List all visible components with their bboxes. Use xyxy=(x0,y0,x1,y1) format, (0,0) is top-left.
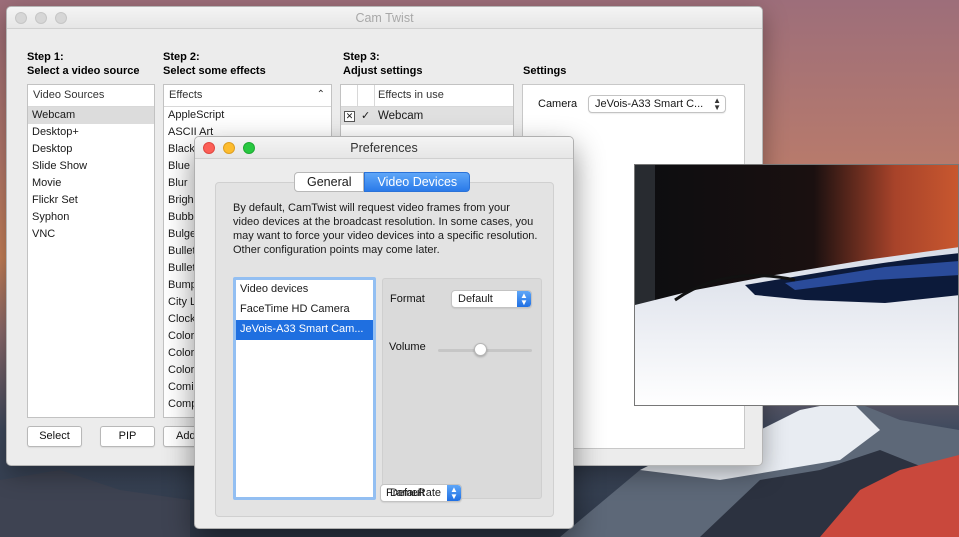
step1-heading: Step 1: Select a video source xyxy=(27,50,140,78)
updown-chevron-icon: ▲ ▼ xyxy=(517,291,531,307)
camera-select[interactable]: JeVois-A33 Smart C... ▲ ▼ xyxy=(588,95,726,113)
list-item[interactable]: Syphon xyxy=(28,209,154,226)
format-label: Format xyxy=(390,293,425,305)
format-value: Default xyxy=(458,293,493,305)
list-item[interactable]: JeVois-A33 Smart Cam... xyxy=(236,320,373,340)
list-item[interactable]: FaceTime HD Camera xyxy=(236,300,373,320)
camera-value: JeVois-A33 Smart C... xyxy=(595,98,704,110)
updown-chevron-icon: ▲ ▼ xyxy=(713,96,721,112)
camera-label: Camera xyxy=(538,98,578,110)
checkmark-icon[interactable]: ✓ xyxy=(361,107,370,125)
list-item[interactable]: Desktop+ xyxy=(28,124,154,141)
list-item[interactable]: Webcam xyxy=(28,107,154,124)
window-title: Cam Twist xyxy=(355,11,414,25)
effects-in-use-label: Effects in use xyxy=(378,89,444,101)
list-item[interactable]: Slide Show xyxy=(28,158,154,175)
effect-label: Webcam xyxy=(378,110,424,122)
effects-in-use-header: Effects in use xyxy=(341,85,513,107)
updown-chevron-icon: ▲ ▼ xyxy=(447,485,461,501)
framerate-value: Default xyxy=(390,487,425,499)
select-button[interactable]: Select xyxy=(27,426,82,447)
preferences-window: Preferences General Video Devices By def… xyxy=(194,136,574,529)
list-item[interactable]: Movie xyxy=(28,175,154,192)
tab-video-devices[interactable]: Video Devices xyxy=(364,172,471,192)
list-item[interactable]: VNC xyxy=(28,226,154,243)
list-item[interactable]: Desktop xyxy=(28,141,154,158)
video-sources-list[interactable]: Video Sources Webcam Desktop+ Desktop Slide… xyxy=(27,84,155,418)
video-devices-description: By default, CamTwist will request video … xyxy=(233,202,538,256)
pip-button[interactable]: PIP xyxy=(100,426,155,447)
framerate-select[interactable]: FrameRate Default ▲ ▼ xyxy=(380,484,462,502)
step3-subtitle: Adjust settings xyxy=(343,65,423,77)
preferences-titlebar: Preferences xyxy=(195,137,573,159)
video-devices-list[interactable]: Video devices FaceTime HD Camera JeVois-A3… xyxy=(233,277,376,500)
tab-general[interactable]: General xyxy=(294,172,365,192)
preferences-title: Preferences xyxy=(350,141,418,155)
video-sources-header[interactable]: Video Sources xyxy=(28,85,154,107)
preview-image xyxy=(635,165,958,405)
list-item[interactable]: Video devices xyxy=(236,280,373,300)
format-select[interactable]: Default ▲ ▼ xyxy=(451,290,532,308)
step1-subtitle: Select a video source xyxy=(27,65,140,77)
step1-title: Step 1: xyxy=(27,51,64,63)
step2-title: Step 2: xyxy=(163,51,200,63)
volume-label: Volume xyxy=(389,341,426,353)
chevron-up-icon: ⌃ xyxy=(316,89,325,100)
remove-effect-icon[interactable]: ✕ xyxy=(344,111,355,122)
main-titlebar: Cam Twist xyxy=(7,7,762,29)
step2-heading: Step 2: Select some effects xyxy=(163,50,266,78)
device-settings-panel xyxy=(382,278,542,499)
step3-title: Step 3: xyxy=(343,51,380,63)
effect-row-webcam[interactable]: ✕ ✓ Webcam xyxy=(341,107,513,125)
preferences-tabs: General Video Devices xyxy=(294,172,471,192)
list-item[interactable]: AppleScript xyxy=(164,107,331,124)
step3-heading: Step 3: Adjust settings xyxy=(343,50,422,78)
camera-preview xyxy=(634,164,959,406)
settings-heading: Settings xyxy=(523,65,567,77)
step2-subtitle: Select some effects xyxy=(163,65,266,77)
effects-header-label: Effects xyxy=(169,89,203,101)
list-item[interactable]: Flickr Set xyxy=(28,192,154,209)
effects-header[interactable]: Effects ⌃ xyxy=(164,85,331,107)
